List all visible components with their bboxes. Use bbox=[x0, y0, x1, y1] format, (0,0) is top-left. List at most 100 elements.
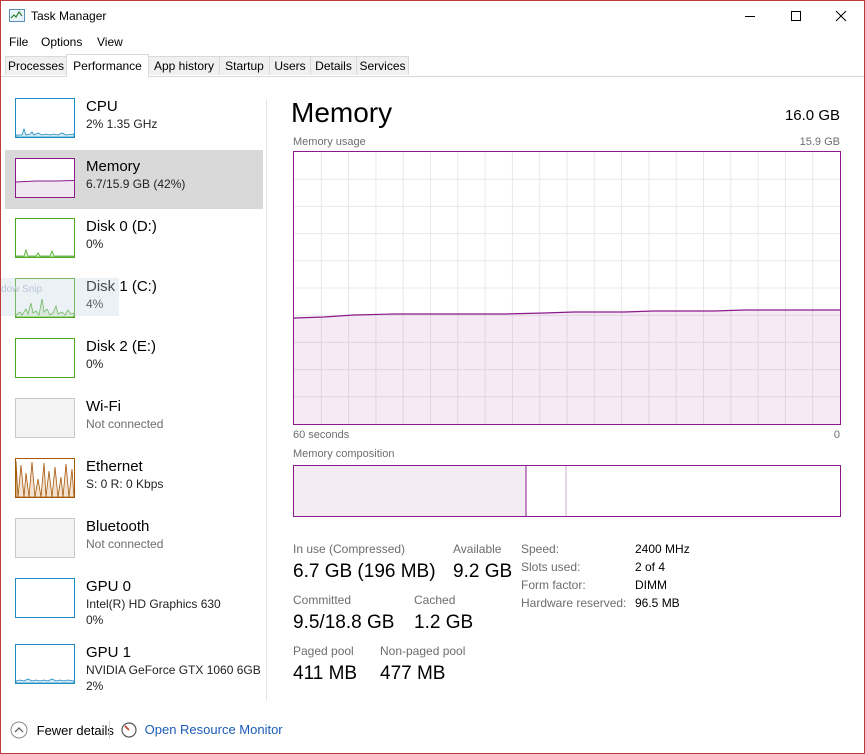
sidebar-item-cpu[interactable]: CPU 2% 1.35 GHz bbox=[5, 90, 263, 150]
slots-used-value: 2 of 4 bbox=[635, 560, 666, 574]
paged-pool-value: 411 MB bbox=[293, 663, 358, 684]
menu-bar: File Options View bbox=[1, 32, 864, 52]
slots-used-label: Slots used: bbox=[521, 560, 581, 574]
footer-bar: Fewer details Open Resource Monitor bbox=[1, 713, 864, 745]
sidebar-item-value: S: 0 R: 0 Kbps bbox=[86, 477, 164, 491]
wifi-thumbnail-graph bbox=[15, 398, 75, 438]
page-title: Memory bbox=[291, 97, 393, 128]
fewer-details-label: Fewer details bbox=[36, 722, 114, 738]
sidebar-item-name: CPU bbox=[86, 98, 118, 115]
hardware-reserved-value: 96.5 MB bbox=[635, 596, 680, 610]
sidebar-item-value: 0% bbox=[86, 357, 104, 371]
tab-performance[interactable]: Performance bbox=[66, 54, 149, 77]
sidebar-item-gpu-0[interactable]: GPU 0 Intel(R) HD Graphics 630 0% bbox=[5, 570, 263, 630]
cached-value: 1.2 GB bbox=[414, 612, 474, 633]
minimize-icon bbox=[745, 16, 755, 17]
maximize-icon bbox=[791, 11, 801, 21]
sidebar-item-name: Disk 2 (E:) bbox=[86, 338, 157, 355]
bluetooth-thumbnail-graph bbox=[15, 518, 75, 558]
task-manager-window: Task Manager File Options View Processes… bbox=[0, 0, 865, 754]
footer-divider bbox=[109, 721, 110, 739]
memory-usage-graph bbox=[293, 151, 841, 425]
sidebar-item-name: GPU 0 bbox=[86, 578, 132, 595]
ethernet-thumbnail-graph bbox=[15, 458, 75, 498]
available-value: 9.2 GB bbox=[453, 561, 513, 582]
tab-bar: Processes Performance App history Startu… bbox=[1, 54, 864, 77]
cached-label: Cached bbox=[414, 593, 456, 607]
tab-startup[interactable]: Startup bbox=[219, 56, 270, 75]
tab-processes[interactable]: Processes bbox=[5, 56, 67, 75]
sidebar-item-name: Disk 0 (D:) bbox=[86, 218, 157, 235]
title-bar: Task Manager bbox=[1, 1, 864, 31]
in-use-label: In use (Compressed) bbox=[293, 542, 406, 556]
sidebar-item-value: 0% bbox=[86, 237, 104, 251]
sidebar-item-ethernet[interactable]: Ethernet S: 0 R: 0 Kbps bbox=[5, 450, 263, 510]
available-label: Available bbox=[453, 542, 502, 556]
snip-tool-overlay: dow Snip bbox=[1, 278, 119, 316]
in-use-value: 6.7 GB (196 MB) bbox=[293, 561, 436, 582]
paged-pool-label: Paged pool bbox=[293, 644, 354, 658]
fewer-details-button[interactable]: Fewer details bbox=[10, 721, 114, 739]
sidebar-item-value: Not connected bbox=[86, 537, 164, 551]
memory-usage-label: Memory usage bbox=[293, 136, 366, 148]
menu-view[interactable]: View bbox=[97, 35, 123, 49]
sidebar-item-wifi[interactable]: Wi-Fi Not connected bbox=[5, 390, 263, 450]
maximize-button[interactable] bbox=[773, 1, 819, 31]
sidebar-item-gpu-1[interactable]: GPU 1 NVIDIA GeForce GTX 1060 6GB 2% bbox=[5, 636, 263, 696]
form-factor-value: DIMM bbox=[635, 578, 667, 592]
tab-services[interactable]: Services bbox=[356, 56, 409, 75]
sidebar-item-name: Memory bbox=[86, 158, 141, 175]
memory-usage-max: 15.9 GB bbox=[799, 136, 840, 148]
total-memory: 16.0 GB bbox=[784, 107, 840, 124]
open-resource-monitor-link[interactable]: Open Resource Monitor bbox=[121, 721, 283, 738]
disk-0-thumbnail-graph bbox=[15, 218, 75, 258]
gpu-1-thumbnail-graph bbox=[15, 644, 75, 684]
sidebar-item-name: Bluetooth bbox=[86, 518, 150, 535]
sidebar-item-memory[interactable]: Memory 6.7/15.9 GB (42%) bbox=[5, 150, 263, 209]
committed-label: Committed bbox=[293, 593, 352, 607]
sidebar-item-utilization: 2% bbox=[86, 679, 104, 693]
sidebar-item-name: GPU 1 bbox=[86, 644, 132, 661]
sidebar-item-utilization: 0% bbox=[86, 613, 104, 627]
performance-sidebar: CPU 2% 1.35 GHz Memory 6.7/15.9 GB (42%)… bbox=[1, 78, 266, 703]
open-resource-monitor-label: Open Resource Monitor bbox=[144, 722, 283, 738]
window-title: Task Manager bbox=[31, 9, 107, 23]
minimize-button[interactable] bbox=[727, 1, 773, 31]
menu-options[interactable]: Options bbox=[41, 35, 82, 49]
snip-overlay-text: dow Snip bbox=[1, 284, 43, 295]
tab-users[interactable]: Users bbox=[269, 56, 311, 75]
cpu-thumbnail-graph bbox=[15, 98, 75, 138]
chevron-up-icon bbox=[10, 721, 28, 739]
gpu-0-thumbnail-graph bbox=[15, 578, 75, 618]
time-axis-end: 0 bbox=[833, 429, 840, 441]
task-manager-icon bbox=[9, 9, 25, 23]
memory-composition-label: Memory composition bbox=[293, 448, 395, 460]
sidebar-item-name: Wi-Fi bbox=[86, 398, 121, 415]
committed-value: 9.5/18.8 GB bbox=[293, 612, 395, 633]
resource-monitor-icon bbox=[121, 721, 137, 738]
tab-details[interactable]: Details bbox=[310, 56, 357, 75]
sidebar-item-value: 6.7/15.9 GB (42%) bbox=[86, 177, 186, 191]
sidebar-item-bluetooth[interactable]: Bluetooth Not connected bbox=[5, 510, 263, 570]
hardware-reserved-label: Hardware reserved: bbox=[521, 596, 627, 610]
sidebar-item-disk-0[interactable]: Disk 0 (D:) 0% bbox=[5, 210, 263, 270]
memory-thumbnail-graph bbox=[15, 158, 75, 198]
sidebar-item-value: Intel(R) HD Graphics 630 bbox=[86, 597, 221, 611]
form-factor-label: Form factor: bbox=[521, 578, 586, 592]
tab-app-history[interactable]: App history bbox=[148, 56, 220, 75]
speed-value: 2400 MHz bbox=[635, 542, 690, 556]
non-paged-pool-label: Non-paged pool bbox=[380, 644, 466, 658]
memory-composition-bar bbox=[293, 465, 841, 517]
close-button[interactable] bbox=[818, 1, 864, 31]
sidebar-item-value: Not connected bbox=[86, 417, 164, 431]
speed-label: Speed: bbox=[521, 542, 560, 556]
menu-file[interactable]: File bbox=[9, 35, 28, 49]
disk-2-thumbnail-graph bbox=[15, 338, 75, 378]
sidebar-item-name: Ethernet bbox=[86, 458, 143, 475]
sidebar-divider bbox=[266, 99, 267, 701]
sidebar-item-disk-2[interactable]: Disk 2 (E:) 0% bbox=[5, 330, 263, 390]
non-paged-pool-value: 477 MB bbox=[380, 663, 446, 684]
sidebar-item-value: 2% 1.35 GHz bbox=[86, 117, 158, 131]
sidebar-item-value: NVIDIA GeForce GTX 1060 6GB bbox=[86, 663, 261, 677]
close-icon bbox=[835, 10, 847, 22]
